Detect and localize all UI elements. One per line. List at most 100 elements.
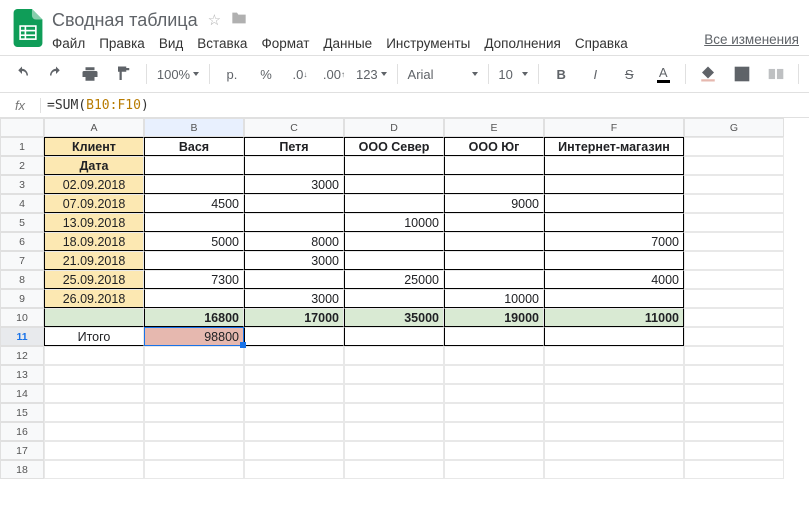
cell-g16[interactable] xyxy=(684,422,784,441)
cell-a17[interactable] xyxy=(44,441,144,460)
fill-handle[interactable] xyxy=(240,342,246,348)
cell-f8[interactable]: 4000 xyxy=(544,270,684,289)
cell-e12[interactable] xyxy=(444,346,544,365)
cell-e9[interactable]: 10000 xyxy=(444,289,544,308)
cell-e13[interactable] xyxy=(444,365,544,384)
cell-e16[interactable] xyxy=(444,422,544,441)
cell-f5[interactable] xyxy=(544,213,684,232)
merge-btn[interactable] xyxy=(760,61,792,87)
cell-f3[interactable] xyxy=(544,175,684,194)
cell-c12[interactable] xyxy=(244,346,344,365)
cell-b9[interactable] xyxy=(144,289,244,308)
cell-f14[interactable] xyxy=(544,384,684,403)
cell-d10[interactable]: 35000 xyxy=(344,308,444,327)
col-d[interactable]: D xyxy=(344,118,444,137)
cell-c8[interactable] xyxy=(244,270,344,289)
cell-d6[interactable] xyxy=(344,232,444,251)
menu-help[interactable]: Справка xyxy=(575,36,628,51)
cell-g14[interactable] xyxy=(684,384,784,403)
size-dropdown[interactable]: 10 xyxy=(494,67,532,82)
percent-btn[interactable]: % xyxy=(250,61,282,87)
cell-g13[interactable] xyxy=(684,365,784,384)
cell-g4[interactable] xyxy=(684,194,784,213)
menu-addons[interactable]: Дополнения xyxy=(484,36,560,51)
sheets-logo[interactable] xyxy=(8,8,48,48)
formula-input[interactable]: =SUM(B10:F10) xyxy=(41,98,149,113)
cell-a1[interactable]: Клиент xyxy=(44,137,144,156)
cell-a11[interactable]: Итого xyxy=(44,327,144,346)
row-9[interactable]: 9 xyxy=(0,289,44,308)
cell-b3[interactable] xyxy=(144,175,244,194)
cell-c2[interactable] xyxy=(244,156,344,175)
cell-f1[interactable]: Интернет-магазин xyxy=(544,137,684,156)
cell-b1[interactable]: Вася xyxy=(144,137,244,156)
col-a[interactable]: A xyxy=(44,118,144,137)
cell-d17[interactable] xyxy=(344,441,444,460)
col-b[interactable]: B xyxy=(144,118,244,137)
text-color-btn[interactable]: A xyxy=(647,61,679,87)
menu-data[interactable]: Данные xyxy=(323,36,372,51)
row-3[interactable]: 3 xyxy=(0,175,44,194)
cell-c6[interactable]: 8000 xyxy=(244,232,344,251)
row-4[interactable]: 4 xyxy=(0,194,44,213)
cell-c7[interactable]: 3000 xyxy=(244,251,344,270)
cell-f2[interactable] xyxy=(544,156,684,175)
cell-c15[interactable] xyxy=(244,403,344,422)
cell-f9[interactable] xyxy=(544,289,684,308)
cell-e3[interactable] xyxy=(444,175,544,194)
cell-b8[interactable]: 7300 xyxy=(144,270,244,289)
last-edit-link[interactable]: Все изменения xyxy=(704,8,801,47)
cell-d14[interactable] xyxy=(344,384,444,403)
cell-d3[interactable] xyxy=(344,175,444,194)
cell-a12[interactable] xyxy=(44,346,144,365)
paint-format-btn[interactable] xyxy=(108,61,140,87)
borders-btn[interactable] xyxy=(726,61,758,87)
cell-a4[interactable]: 07.09.2018 xyxy=(44,194,144,213)
row-2[interactable]: 2 xyxy=(0,156,44,175)
cell-c9[interactable]: 3000 xyxy=(244,289,344,308)
row-16[interactable]: 16 xyxy=(0,422,44,441)
row-8[interactable]: 8 xyxy=(0,270,44,289)
cell-d16[interactable] xyxy=(344,422,444,441)
cell-b10[interactable]: 16800 xyxy=(144,308,244,327)
select-all-corner[interactable] xyxy=(0,118,44,137)
row-7[interactable]: 7 xyxy=(0,251,44,270)
cell-e7[interactable] xyxy=(444,251,544,270)
cell-g12[interactable] xyxy=(684,346,784,365)
grid[interactable]: A B C D E F G 1 Клиент Вася Петя ООО Сев… xyxy=(0,118,809,479)
undo-btn[interactable] xyxy=(6,61,38,87)
menu-tools[interactable]: Инструменты xyxy=(386,36,470,51)
row-18[interactable]: 18 xyxy=(0,460,44,479)
cell-f13[interactable] xyxy=(544,365,684,384)
row-5[interactable]: 5 xyxy=(0,213,44,232)
cell-d8[interactable]: 25000 xyxy=(344,270,444,289)
cell-d4[interactable] xyxy=(344,194,444,213)
cell-a8[interactable]: 25.09.2018 xyxy=(44,270,144,289)
cell-f12[interactable] xyxy=(544,346,684,365)
cell-e14[interactable] xyxy=(444,384,544,403)
cell-b2[interactable] xyxy=(144,156,244,175)
cell-f10[interactable]: 11000 xyxy=(544,308,684,327)
print-btn[interactable] xyxy=(74,61,106,87)
col-c[interactable]: C xyxy=(244,118,344,137)
row-1[interactable]: 1 xyxy=(0,137,44,156)
redo-btn[interactable] xyxy=(40,61,72,87)
cell-f16[interactable] xyxy=(544,422,684,441)
cell-a3[interactable]: 02.09.2018 xyxy=(44,175,144,194)
cell-a18[interactable] xyxy=(44,460,144,479)
cell-e1[interactable]: ООО Юг xyxy=(444,137,544,156)
cell-g3[interactable] xyxy=(684,175,784,194)
cell-a2[interactable]: Дата xyxy=(44,156,144,175)
cell-g8[interactable] xyxy=(684,270,784,289)
row-12[interactable]: 12 xyxy=(0,346,44,365)
currency-btn[interactable]: р. xyxy=(216,61,248,87)
cell-b6[interactable]: 5000 xyxy=(144,232,244,251)
cell-a6[interactable]: 18.09.2018 xyxy=(44,232,144,251)
cell-f18[interactable] xyxy=(544,460,684,479)
cell-e2[interactable] xyxy=(444,156,544,175)
cell-b16[interactable] xyxy=(144,422,244,441)
cell-c5[interactable] xyxy=(244,213,344,232)
cell-e5[interactable] xyxy=(444,213,544,232)
cell-c1[interactable]: Петя xyxy=(244,137,344,156)
strike-btn[interactable]: S xyxy=(613,61,645,87)
